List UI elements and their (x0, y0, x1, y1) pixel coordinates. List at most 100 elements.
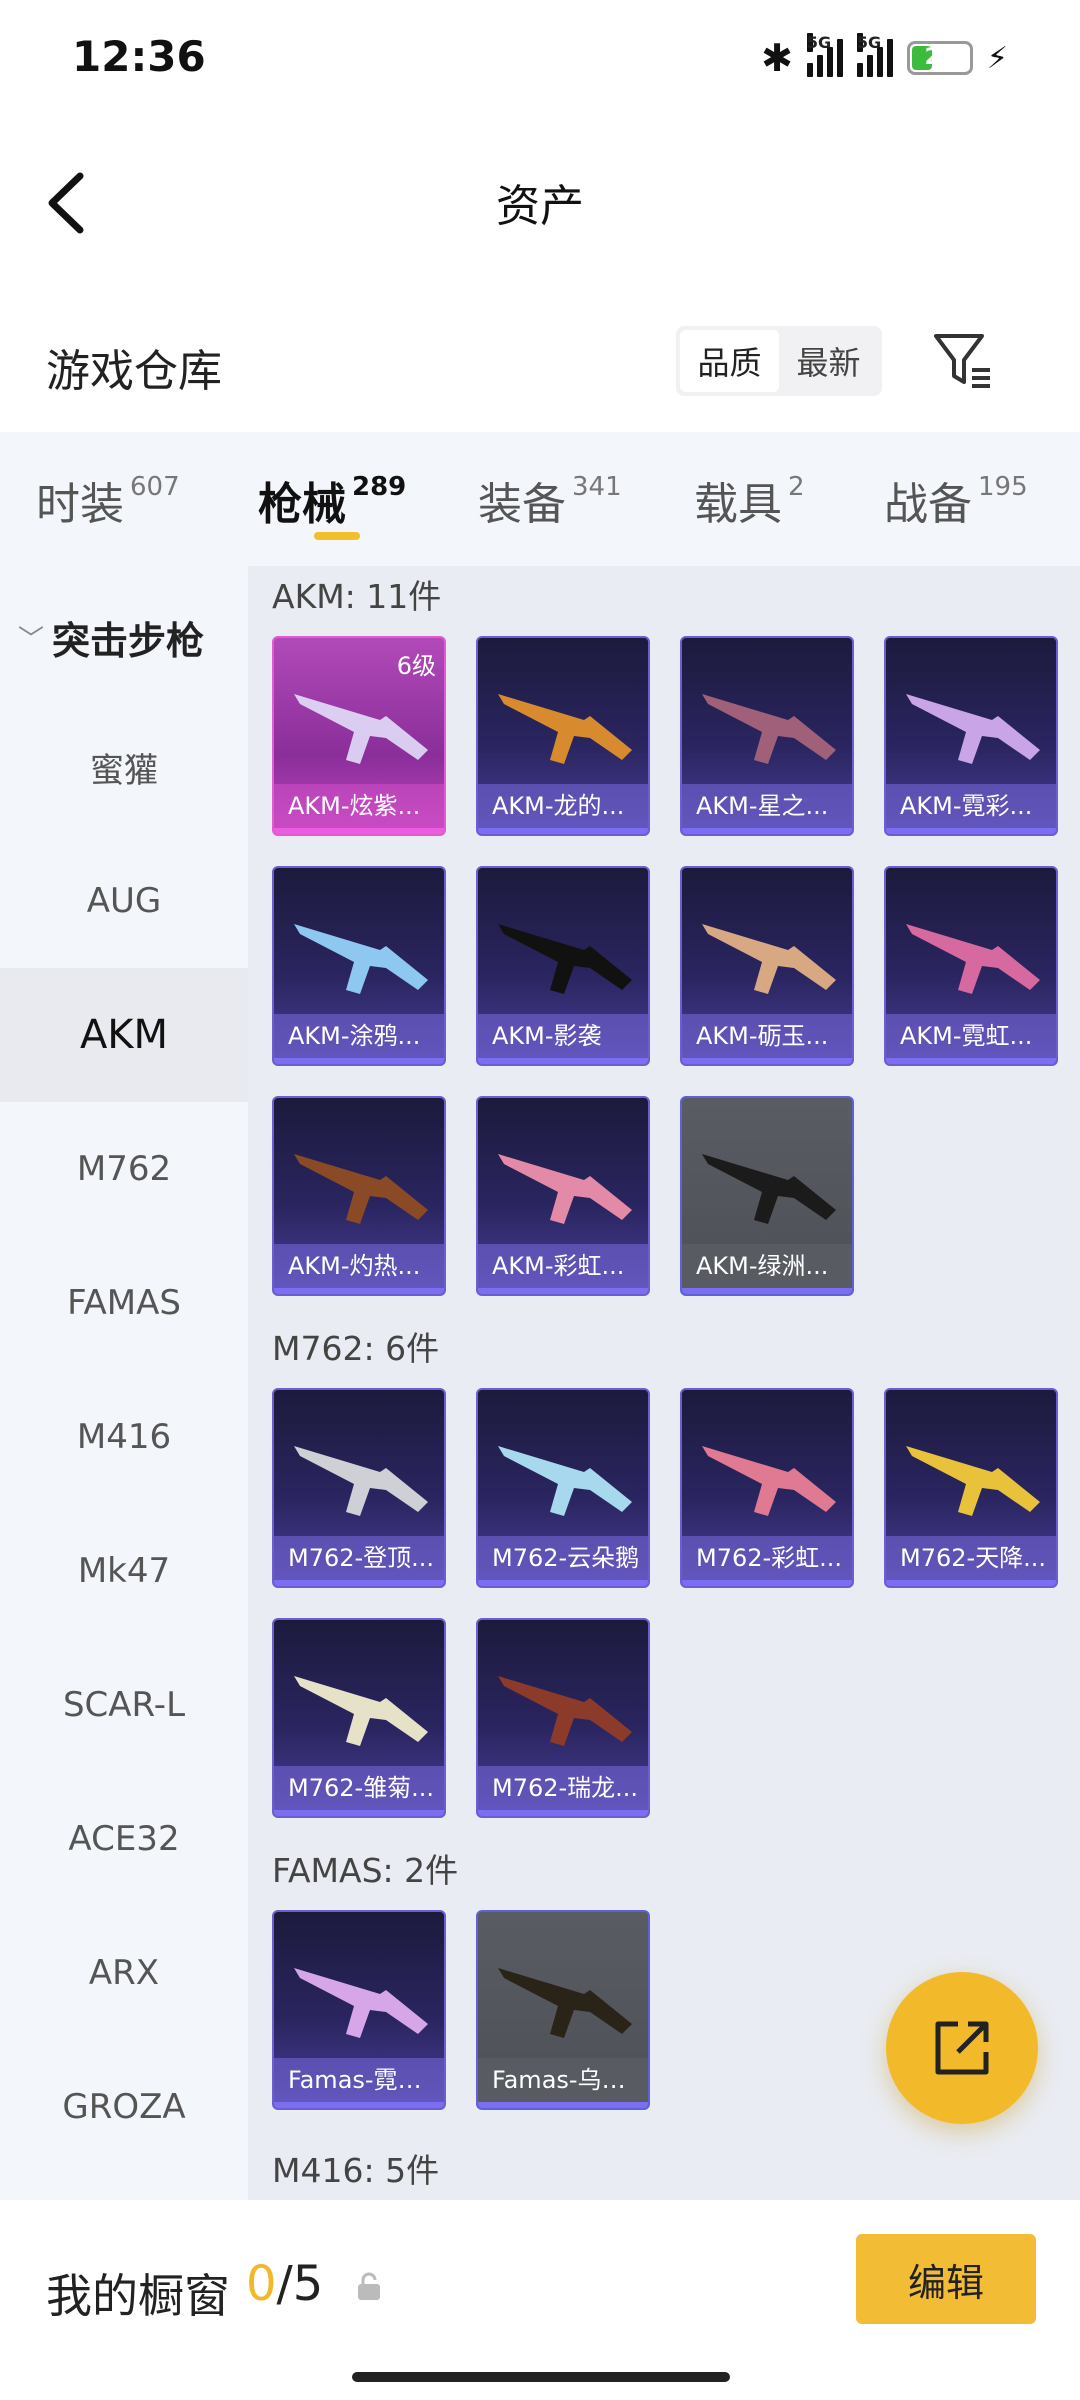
showcase-label: 我的橱窗 (46, 2269, 230, 2323)
sort-latest[interactable]: 最新 (779, 330, 878, 392)
group-title-m762: M762: 6件 (272, 1329, 440, 1368)
sidebar-item-scar-l[interactable]: SCAR-L (0, 1638, 248, 1772)
skin-card[interactable]: M762-瑞龙... (476, 1618, 650, 1818)
signal-icon-2: 5G (856, 33, 893, 77)
active-tab-indicator (314, 532, 360, 540)
skin-card[interactable]: AKM-涂鸦... (272, 866, 446, 1066)
chevron-down-icon: ﹀ (18, 625, 45, 655)
skin-card[interactable]: Famas-霓彩... (272, 1910, 446, 2110)
bluetooth-icon: ✱ (761, 36, 793, 80)
lock-icon (358, 2272, 380, 2300)
home-indicator[interactable] (352, 2372, 730, 2382)
rifle-icon (498, 1446, 632, 1516)
skin-name: Famas-霓彩... (274, 2058, 444, 2102)
rifle-icon (906, 694, 1040, 764)
status-bar: 12:36 ✱ 5G 5G 20 ⚡ (0, 0, 1080, 120)
share-button[interactable] (886, 1972, 1038, 2124)
skin-name: AKM-霓虹... (886, 1014, 1056, 1058)
tab-fashion[interactable]: 时装 607 (36, 468, 180, 532)
tab-vehicles[interactable]: 载具 2 (694, 468, 805, 532)
skin-name: AKM-彩虹... (478, 1244, 648, 1288)
sidebar-item-m762[interactable]: M762 (0, 1102, 248, 1236)
rifle-icon (294, 1446, 428, 1516)
level-badge: 6级 (396, 652, 436, 680)
skin-card[interactable]: M762-雏菊... (272, 1618, 446, 1818)
skin-card[interactable]: AKM-绿洲... (680, 1096, 854, 1296)
charging-icon: ⚡ (986, 40, 1008, 76)
sort-quality[interactable]: 品质 (680, 330, 779, 392)
rifle-icon (294, 924, 428, 994)
nav-bar: 资产 (0, 140, 1080, 260)
skin-card[interactable]: AKM-影袭 (476, 866, 650, 1066)
skin-name: AKM-砺玉... (682, 1014, 852, 1058)
skin-name: AKM-绿洲... (682, 1244, 852, 1288)
skin-name: AKM-涂鸦... (274, 1014, 444, 1058)
group-title-m416: M416: 5件 (272, 2151, 440, 2190)
rifle-icon (498, 694, 632, 764)
sidebar-item-famas[interactable]: FAMAS (0, 1236, 248, 1370)
showcase-count: 0/5 (246, 2256, 324, 2312)
skin-name: AKM-霓彩... (886, 784, 1056, 828)
tab-equipment[interactable]: 装备 341 (478, 468, 622, 532)
sidebar-item-arx[interactable]: ARX (0, 1906, 248, 2040)
skin-name: M762-雏菊... (274, 1766, 444, 1810)
skin-card[interactable]: M762-云朵鹅 (476, 1388, 650, 1588)
share-icon (935, 2021, 989, 2075)
rifle-icon (702, 924, 836, 994)
sidebar-item-m416[interactable]: M416 (0, 1370, 248, 1504)
skin-name: AKM-炫紫... (274, 784, 444, 828)
sidebar-item-honeybadger[interactable]: 蜜獾 (0, 700, 248, 834)
rifle-icon (498, 1968, 632, 2038)
skin-name: AKM-星之... (682, 784, 852, 828)
rifle-icon (702, 1446, 836, 1516)
rifle-icon (294, 1676, 428, 1746)
skin-name: M762-天降... (886, 1536, 1056, 1580)
filter-button[interactable] (930, 330, 996, 390)
skin-card[interactable]: AKM-霓虹... (884, 866, 1058, 1066)
skin-card[interactable]: M762-登顶... (272, 1388, 446, 1588)
skin-card[interactable]: M762-彩虹... (680, 1388, 854, 1588)
rifle-icon (702, 1154, 836, 1224)
skin-card[interactable]: AKM-龙的... (476, 636, 650, 836)
edit-button[interactable]: 编辑 (856, 2234, 1036, 2324)
tab-supplies[interactable]: 战备 195 (884, 468, 1028, 532)
signal-icon: 5G (806, 33, 843, 77)
weapon-sidebar: ﹀ 突击步枪 蜜獾 AUG AKM M762 FAMAS M416 Mk47 S… (0, 566, 248, 2200)
skin-card[interactable]: AKM-霓彩... (884, 636, 1058, 836)
skin-card[interactable]: Famas-乌木... (476, 1910, 650, 2110)
skin-name: AKM-龙的... (478, 784, 648, 828)
skin-name: M762-彩虹... (682, 1536, 852, 1580)
skin-card[interactable]: 6级 AKM-炫紫... (272, 636, 446, 836)
sidebar-item-aug[interactable]: AUG (0, 834, 248, 968)
filter-icon (934, 334, 990, 388)
tab-guns[interactable]: 枪械 289 (258, 468, 406, 532)
skin-name: M762-登顶... (274, 1536, 444, 1580)
status-time: 12:36 (72, 32, 206, 81)
sidebar-item-akm[interactable]: AKM (0, 968, 248, 1102)
sort-toggle: 品质 最新 (676, 326, 882, 396)
skin-card[interactable]: AKM-灼热... (272, 1096, 446, 1296)
skin-name: AKM-灼热... (274, 1244, 444, 1288)
skin-name: AKM-影袭 (478, 1014, 648, 1058)
page-title: 资产 (496, 181, 584, 232)
rifle-icon (906, 924, 1040, 994)
skin-name: M762-瑞龙... (478, 1766, 648, 1810)
skin-name: M762-云朵鹅 (478, 1536, 648, 1580)
skin-name: Famas-乌木... (478, 2058, 648, 2102)
category-tabs: 时装 607 枪械 289 装备 341 载具 2 战备 195 (0, 432, 1080, 566)
skin-card[interactable]: M762-天降... (884, 1388, 1058, 1588)
sidebar-item-mk47[interactable]: Mk47 (0, 1504, 248, 1638)
sidebar-group-assault-rifle[interactable]: ﹀ 突击步枪 (18, 610, 204, 665)
section-title: 游戏仓库 (46, 346, 222, 397)
skin-card[interactable]: AKM-彩虹... (476, 1096, 650, 1296)
skin-card[interactable]: AKM-星之... (680, 636, 854, 836)
sidebar-item-groza[interactable]: GROZA (0, 2040, 248, 2174)
rifle-icon (294, 1154, 428, 1224)
rifle-icon (702, 694, 836, 764)
skin-card[interactable]: AKM-砺玉... (680, 866, 854, 1066)
skin-list: AKM: 11件 6级 AKM-炫紫... AKM-龙的... AKM-星之..… (248, 566, 1080, 2200)
sidebar-item-ace32[interactable]: ACE32 (0, 1772, 248, 1906)
rifle-icon (498, 924, 632, 994)
rifle-icon (498, 1154, 632, 1224)
battery-icon: 20 (906, 41, 973, 75)
